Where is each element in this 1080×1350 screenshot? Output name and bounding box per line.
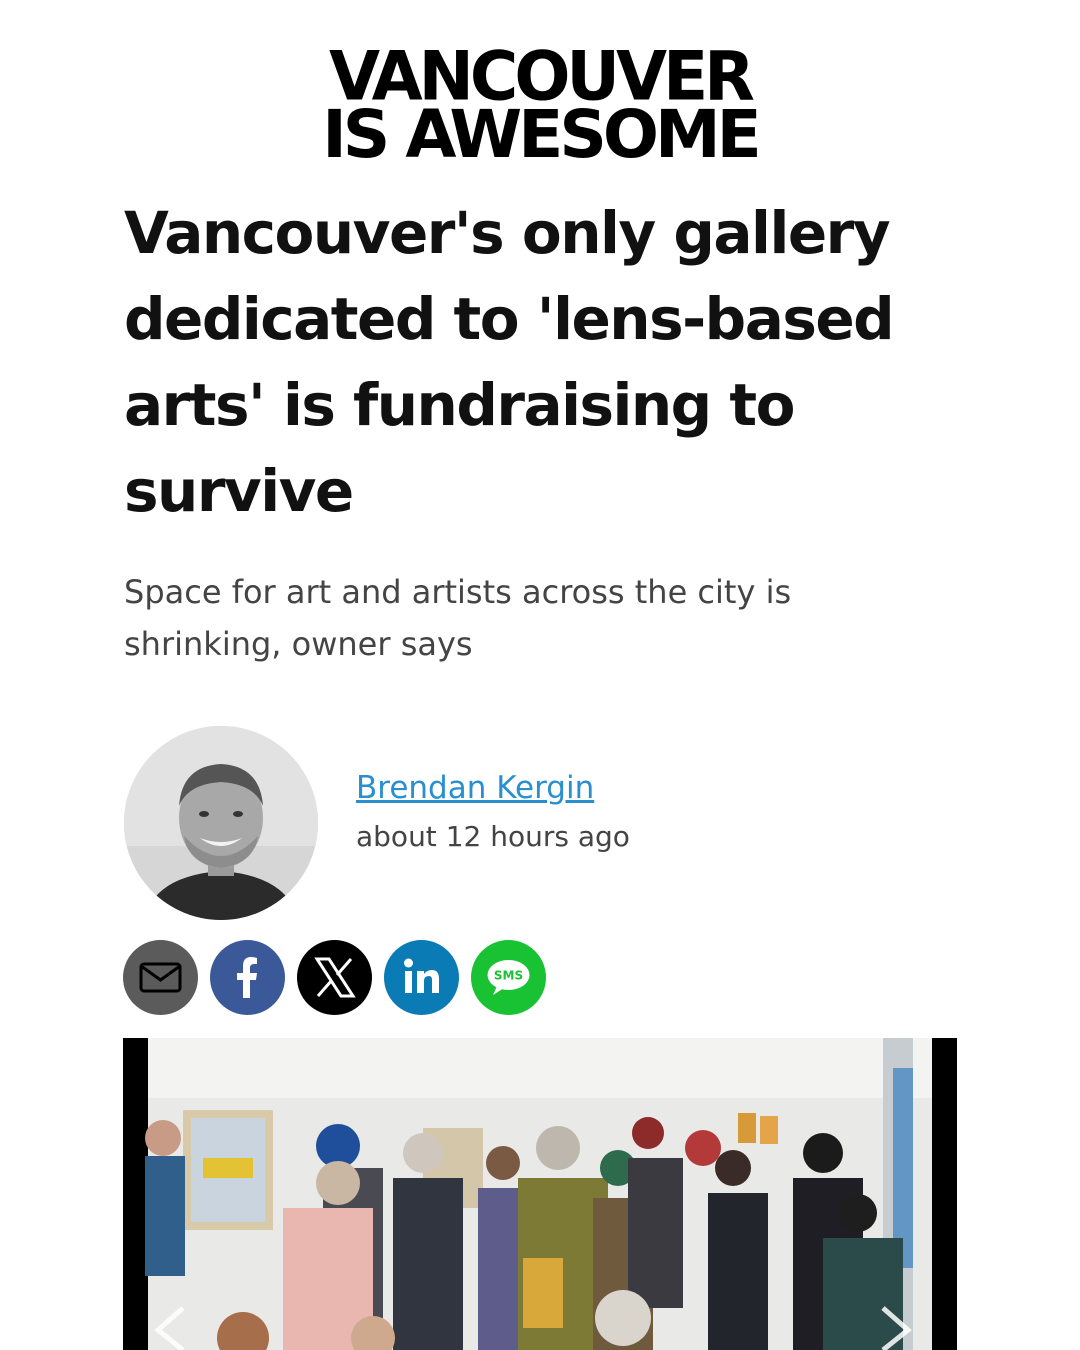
author-link[interactable]: Brendan Kergin bbox=[356, 770, 594, 806]
facebook-icon bbox=[237, 957, 257, 998]
logo-line-1: VANCOUVER bbox=[328, 37, 755, 116]
svg-text:SMS: SMS bbox=[494, 969, 523, 983]
article-subheadline: Space for art and artists across the cit… bbox=[124, 573, 792, 663]
share-sms-button[interactable]: SMS bbox=[471, 940, 546, 1015]
share-x-button[interactable] bbox=[297, 940, 372, 1015]
publish-timestamp: about 12 hours ago bbox=[356, 820, 630, 853]
site-logo[interactable]: VANCOUVER IS AWESOME bbox=[0, 37, 1080, 168]
share-email-button[interactable] bbox=[123, 940, 198, 1015]
article-hero-image[interactable] bbox=[123, 1038, 957, 1350]
share-linkedin-button[interactable] bbox=[384, 940, 459, 1015]
email-icon bbox=[139, 962, 182, 993]
author-photo bbox=[124, 726, 318, 920]
gallery-crowd-photo bbox=[123, 1038, 957, 1350]
x-icon bbox=[314, 957, 356, 998]
linkedin-icon bbox=[404, 958, 439, 993]
share-buttons: SMS bbox=[123, 940, 546, 1015]
sms-icon: SMS bbox=[487, 960, 530, 995]
article-headline: Vancouver's only gallery dedicated to 'l… bbox=[124, 199, 895, 525]
author-avatar[interactable] bbox=[124, 726, 318, 920]
share-facebook-button[interactable] bbox=[210, 940, 285, 1015]
